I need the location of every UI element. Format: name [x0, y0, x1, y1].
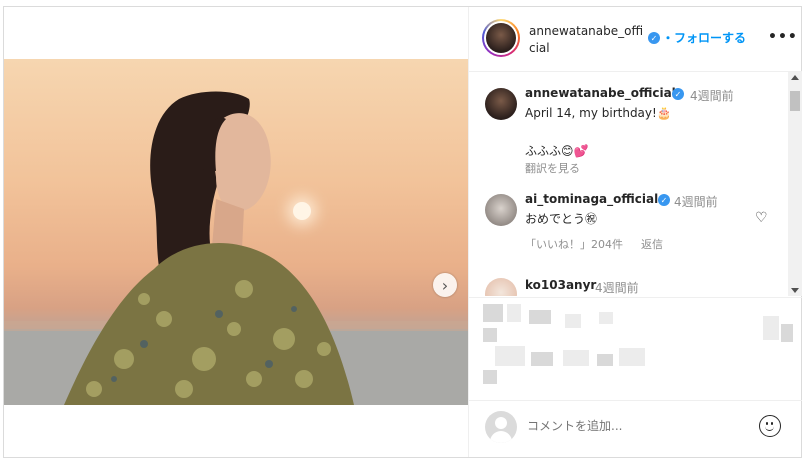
comment-input[interactable] — [527, 419, 747, 433]
carousel-next-button[interactable]: › — [433, 273, 457, 297]
scroll-down-icon[interactable] — [791, 288, 799, 293]
post-modal: › annewatanabe_official ✓ ・フォローする ••• an… — [3, 6, 802, 458]
avatar[interactable] — [485, 194, 517, 226]
verified-badge-icon: ✓ — [658, 194, 670, 206]
redacted-block — [529, 310, 551, 324]
comment-username[interactable]: ai_tominaga_official — [525, 192, 658, 206]
redacted-block — [483, 304, 503, 322]
redacted-block — [507, 304, 521, 322]
comment-time[interactable]: 4週間前 — [690, 87, 734, 104]
likes-count[interactable]: 「いいね！」204件 — [525, 236, 623, 252]
portrait-illustration — [4, 91, 468, 405]
verified-badge-icon: ✓ — [672, 88, 684, 100]
more-options-icon[interactable]: ••• — [768, 29, 798, 45]
comments-scrollbar[interactable] — [788, 72, 802, 296]
sun — [293, 202, 311, 220]
redacted-block — [563, 350, 589, 366]
redacted-block — [483, 328, 497, 342]
caption-line: April 14, my birthday!🎂 — [525, 106, 672, 120]
side-panel: annewatanabe_official ✓ ・フォローする ••• anne… — [468, 7, 802, 457]
caption-line: ふふふ😊💕 — [525, 144, 589, 158]
redacted-block — [781, 324, 793, 342]
comment-text: おめでとう㊗ — [525, 212, 598, 226]
user-avatar-icon — [485, 411, 517, 443]
redacted-block — [483, 370, 497, 384]
redacted-block — [531, 352, 553, 366]
comment-username[interactable]: annewatanabe_official — [525, 86, 676, 100]
comment-time[interactable]: 4週間前 — [595, 279, 639, 296]
redacted-block — [619, 348, 645, 366]
redacted-block — [495, 346, 525, 366]
avatar[interactable] — [485, 278, 517, 296]
post-photo[interactable]: › — [4, 59, 468, 405]
heart-icon[interactable]: ♡ — [755, 210, 768, 226]
redacted-block — [763, 316, 779, 340]
comment-composer — [469, 400, 802, 458]
redacted-block — [599, 312, 613, 324]
chevron-right-icon: › — [441, 275, 449, 295]
scroll-up-icon[interactable] — [791, 75, 799, 80]
redacted-region — [469, 297, 802, 400]
translate-link[interactable]: 翻訳を見る — [525, 160, 580, 176]
profile-avatar[interactable] — [482, 19, 520, 57]
header-username[interactable]: annewatanabe_official — [529, 23, 647, 57]
avatar[interactable] — [485, 88, 517, 120]
reply-button[interactable]: 返信 — [641, 236, 663, 252]
comment-time[interactable]: 4週間前 — [674, 193, 718, 210]
scroll-thumb[interactable] — [790, 91, 800, 111]
redacted-block — [597, 354, 613, 366]
post-header: annewatanabe_official ✓ ・フォローする ••• — [469, 7, 802, 72]
redacted-block — [565, 314, 581, 328]
emoji-icon[interactable] — [759, 415, 781, 437]
follow-label: フォローする — [674, 31, 747, 45]
follow-separator: ・ — [662, 31, 675, 45]
photo-area: › — [4, 7, 468, 457]
verified-badge-icon: ✓ — [648, 32, 660, 44]
comments-list[interactable]: annewatanabe_official ✓ 4週間前 April 14, m… — [469, 72, 802, 296]
comment-username[interactable]: ko103anyr — [525, 278, 596, 292]
follow-button[interactable]: ・フォローする — [662, 29, 746, 46]
